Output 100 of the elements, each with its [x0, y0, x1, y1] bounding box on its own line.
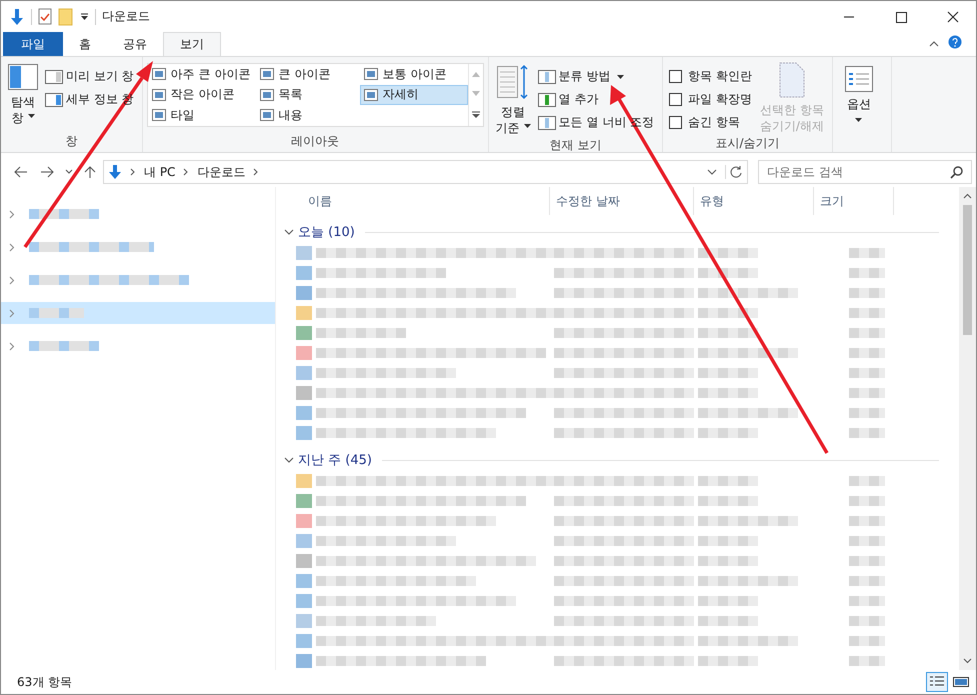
layout-option[interactable]: 목록	[256, 84, 360, 105]
sort-button[interactable]: 정렬 기준	[492, 60, 534, 136]
ribbon-tab[interactable]: 공유	[107, 32, 163, 56]
blurred-type	[698, 368, 758, 378]
ribbon-tab[interactable]: 보기	[163, 32, 221, 56]
scrollbar[interactable]	[959, 187, 976, 670]
checklist-icon[interactable]	[38, 8, 52, 25]
options-button[interactable]: 옵션	[836, 60, 881, 152]
caret-icon	[524, 124, 531, 128]
blurred-size	[849, 408, 885, 418]
layout-option[interactable]: 큰 아이콘	[256, 64, 360, 84]
view-icon	[152, 109, 166, 122]
group-heading[interactable]: 오늘 (10)	[298, 223, 355, 241]
dropdown-icon[interactable]	[80, 12, 89, 20]
file-icon	[296, 554, 312, 568]
group-heading[interactable]: 지난 주 (45)	[298, 451, 372, 469]
up-icon[interactable]	[83, 165, 97, 179]
blurred-size	[849, 636, 885, 646]
chevron-right-icon[interactable]	[9, 276, 15, 284]
chevron-right-icon[interactable]	[183, 168, 190, 176]
layout-option[interactable]: 작은 아이콘	[148, 84, 256, 105]
view-icon	[260, 109, 274, 122]
ribbon-tab[interactable]: 파일	[3, 32, 63, 56]
more-icon[interactable]	[472, 111, 480, 119]
collapse-ribbon-icon[interactable]	[928, 39, 940, 49]
chevron-down-icon[interactable]	[284, 228, 294, 236]
blurred-size	[849, 288, 885, 298]
layout-option[interactable]: 내용	[256, 105, 360, 126]
column-header[interactable]: 크기	[814, 187, 894, 215]
back-icon[interactable]	[13, 165, 29, 179]
blurred-type	[698, 248, 758, 258]
caret-icon	[28, 114, 34, 118]
checkbox-option[interactable]: 파일 확장명	[667, 89, 752, 110]
view-option-button[interactable]: 분류 방법	[538, 66, 658, 87]
view-icon	[260, 88, 274, 101]
view-toggle[interactable]	[926, 672, 948, 692]
blurred-size	[849, 496, 885, 506]
blurred-size	[849, 368, 885, 378]
checkbox[interactable]	[669, 70, 682, 83]
chevron-right-icon[interactable]	[9, 242, 15, 252]
group-label: 표시/숨기기	[714, 135, 781, 152]
address-bar[interactable]: 내 PC 다운로드	[103, 160, 748, 184]
layout-option[interactable]: 보통 아이콘	[360, 64, 468, 84]
pane-icon	[45, 92, 63, 106]
file-icon	[296, 386, 312, 400]
help-icon[interactable]	[948, 35, 962, 49]
search-field[interactable]: 다운로드 검색	[758, 160, 972, 184]
chevron-right-icon[interactable]	[253, 168, 260, 176]
blurred-type	[698, 616, 758, 626]
blurred-type	[698, 596, 758, 606]
column-header[interactable]: 이름	[276, 187, 550, 215]
blurred-size	[849, 576, 885, 586]
download-arrow-icon[interactable]	[9, 8, 25, 26]
refresh-icon[interactable]	[725, 165, 743, 179]
scroll-up-icon[interactable]	[963, 193, 972, 199]
breadcrumb[interactable]: 다운로드	[197, 164, 246, 180]
scroll-down-icon[interactable]	[963, 658, 972, 664]
file-icon	[296, 474, 312, 488]
chevron-right-icon[interactable]	[130, 168, 136, 176]
checkbox[interactable]	[669, 93, 682, 106]
column-header[interactable]: 수정한 날짜	[550, 187, 694, 215]
file-icon	[296, 426, 312, 440]
breadcrumb[interactable]: 내 PC	[144, 164, 176, 180]
blurred-type	[698, 328, 758, 338]
blurred-type	[698, 496, 758, 506]
pane-option-button[interactable]: 미리 보기 창	[45, 66, 138, 87]
blurred-label	[29, 308, 84, 318]
chevron-right-icon[interactable]	[9, 342, 15, 350]
large-icons-view-icon	[953, 675, 969, 689]
ribbon-tab[interactable]: 홈	[63, 32, 107, 56]
blurred-type	[698, 656, 758, 666]
checkbox[interactable]	[669, 116, 682, 129]
dropdown-icon[interactable]	[707, 169, 717, 175]
pane-layout-icon	[8, 64, 38, 90]
blurred-size	[849, 388, 885, 398]
layout-option[interactable]: 타일	[148, 105, 256, 126]
file-icon	[296, 514, 312, 528]
chevron-down-icon[interactable]	[284, 456, 294, 464]
recent-dropdown-icon[interactable]	[65, 169, 73, 175]
blurred-size	[849, 268, 885, 278]
caret-icon	[855, 118, 862, 122]
checkbox-label: 항목 확인란	[688, 68, 752, 85]
scrollbar-thumb[interactable]	[963, 205, 972, 335]
checkbox-option[interactable]: 숨긴 항목	[667, 112, 752, 133]
file-icon	[296, 406, 312, 420]
blurred-size	[849, 516, 885, 526]
file-icon	[296, 266, 312, 280]
view-icon	[260, 68, 274, 80]
forward-icon[interactable]	[39, 165, 55, 179]
file-icon	[296, 634, 312, 648]
chevron-right-icon[interactable]	[9, 210, 15, 218]
navigation-pane-button[interactable]: 탐색 창	[5, 60, 41, 132]
column-icon	[538, 116, 556, 130]
layout-option[interactable]: 자세히	[360, 84, 468, 105]
column-icon	[538, 92, 556, 106]
blurred-type	[698, 556, 758, 566]
download-arrow-icon	[108, 164, 122, 180]
checkbox-option[interactable]: 항목 확인란	[667, 66, 752, 87]
item-count: 63개 항목	[17, 674, 72, 690]
column-header[interactable]: 유형	[694, 187, 814, 215]
